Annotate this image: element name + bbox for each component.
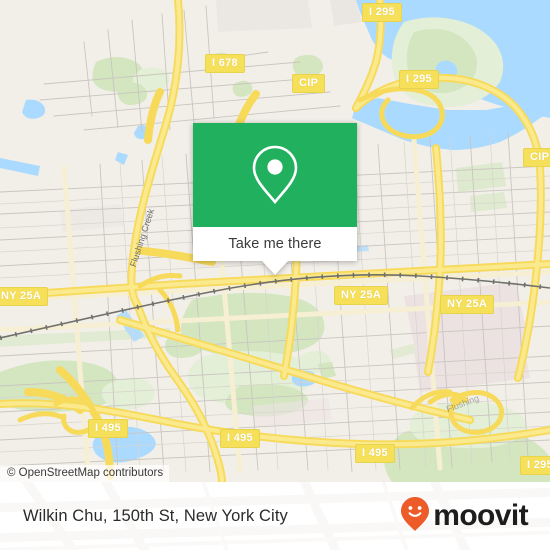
moovit-wordmark: moovit	[433, 499, 528, 532]
shield-cip-top[interactable]: CIP	[292, 74, 326, 93]
take-me-there-label: Take me there	[228, 236, 322, 252]
shield-i495-right[interactable]: I 495	[355, 444, 395, 463]
map-canvas[interactable]: Flushing Creek Flushing I 295 I 678 CIP …	[0, 0, 550, 482]
shield-ny25a-right[interactable]: NY 25A	[440, 295, 495, 314]
shield-i295-top[interactable]: I 295	[362, 3, 402, 22]
shield-i295-bottom-right[interactable]: I 295	[520, 456, 550, 475]
location-popup-card[interactable]: Take me there	[193, 123, 357, 275]
take-me-there-button[interactable]: Take me there	[193, 227, 357, 261]
osm-attribution[interactable]: © OpenStreetMap contributors	[0, 465, 170, 482]
footer-bar: Wilkin Chu, 150th St, New York City moov…	[0, 482, 550, 550]
shield-cip-right[interactable]: CIP	[523, 148, 550, 167]
map-pin-icon	[251, 144, 299, 206]
shield-i495-left[interactable]: I 495	[88, 419, 128, 438]
moovit-smiley-pin-icon	[400, 496, 430, 537]
moovit-map-screenshot: Flushing Creek Flushing I 295 I 678 CIP …	[0, 0, 550, 550]
location-title: Wilkin Chu, 150th St, New York City	[23, 506, 288, 525]
shield-ny25a-center[interactable]: NY 25A	[334, 286, 389, 305]
popup-hero	[193, 123, 357, 227]
shield-ny25a-left[interactable]: NY 25A	[0, 287, 49, 306]
shield-i495-center[interactable]: I 495	[220, 429, 260, 448]
shield-i678[interactable]: I 678	[205, 54, 245, 73]
moovit-logo[interactable]: moovit	[400, 496, 529, 537]
popup-pointer	[262, 261, 288, 275]
shield-i295-upper-right[interactable]: I 295	[399, 70, 439, 89]
